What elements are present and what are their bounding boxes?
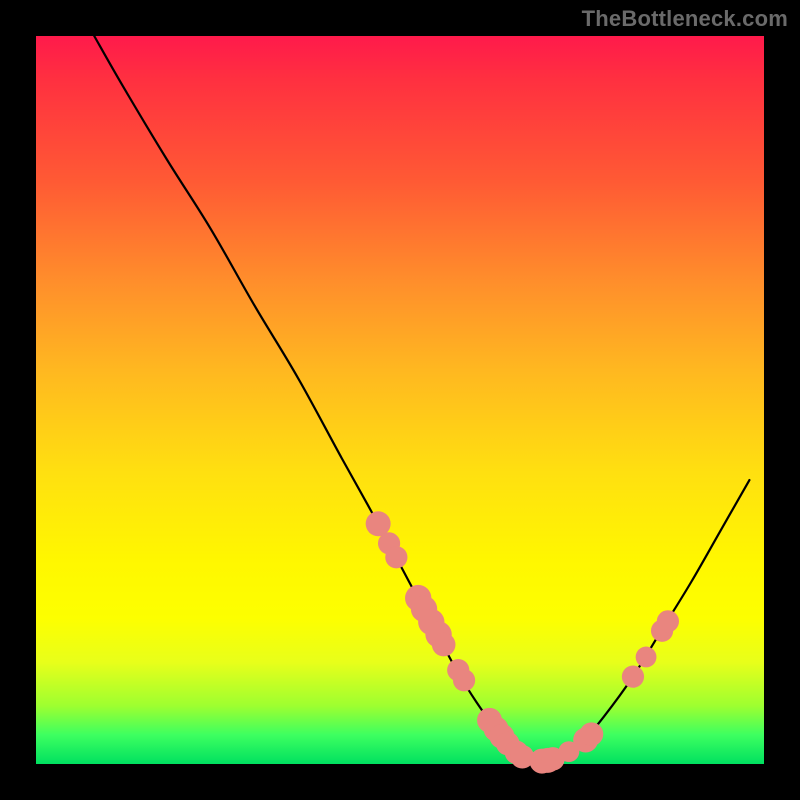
curve-marker [622, 666, 644, 688]
curve-marker [366, 511, 391, 536]
plot-svg [36, 36, 764, 764]
curve-marker [453, 669, 475, 691]
plot-area [36, 36, 764, 764]
curve-marker [432, 633, 456, 657]
curve-marker [385, 546, 407, 568]
curve-marker [636, 647, 657, 668]
curve-marker [657, 610, 679, 632]
curve-marker [580, 722, 604, 746]
watermark-text: TheBottleneck.com [582, 6, 788, 32]
curve-markers [366, 511, 679, 773]
